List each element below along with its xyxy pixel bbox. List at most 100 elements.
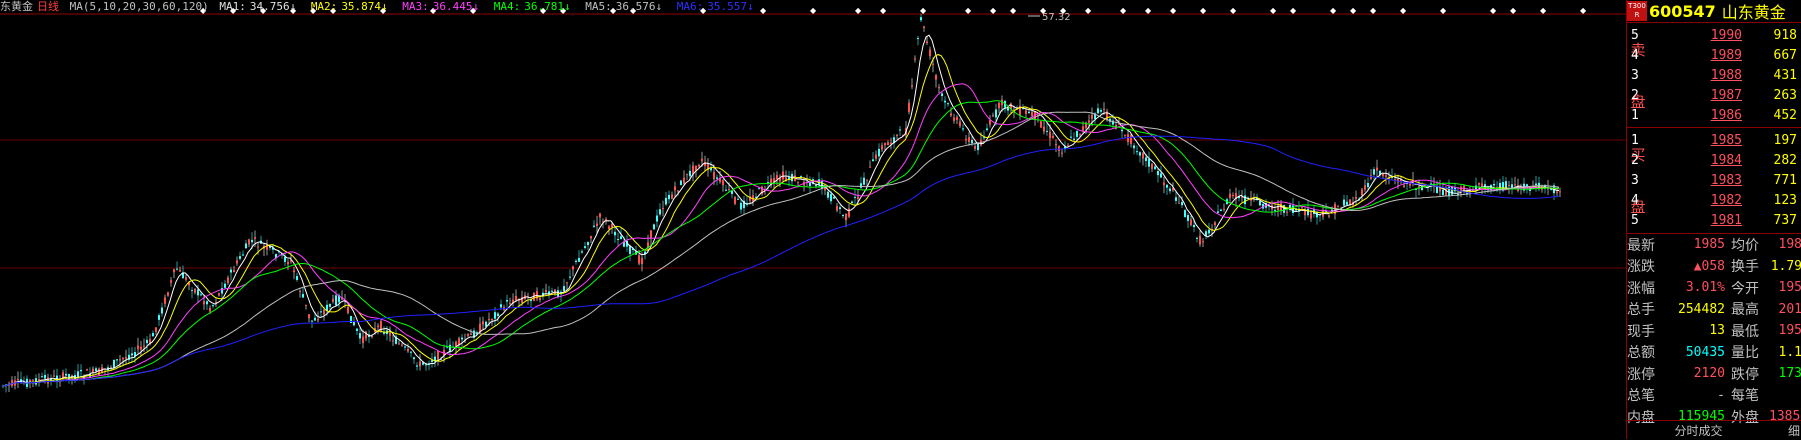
candle-body xyxy=(1076,130,1078,137)
candle-body xyxy=(854,196,856,198)
sell-row[interactable]: 4 1989 667 xyxy=(1627,45,1801,65)
candle-body xyxy=(1310,212,1312,219)
buy-price[interactable]: 1985 xyxy=(1667,133,1742,148)
buy-book: 买 盘 1 1985 197 2 1984 282 3 1983 771 4 1982 123 5 198… xyxy=(1627,128,1801,234)
stat-value: ▲058 xyxy=(1693,258,1725,274)
buy-row[interactable]: 1 1985 197 xyxy=(1627,130,1801,150)
legend-ma6: MA6: 35.557↓ xyxy=(676,0,754,13)
candle-body xyxy=(920,17,922,21)
candle-body xyxy=(866,179,868,181)
kline-canvas[interactable]: ◆ ◆ ◆ ◆ ◆ ◆ ◆ ◆ ◆ ◆ ◆ ◆ ◆ ◆ ◆ ◆ ◆ ◆ ◆ ◆ ◆ ◆ ◆ ◆ ◆ ◆ ◆ ◆ ◆ ◆ ◆ ◆ ◆ ◆ ◆ ◆ ◆ ◆ ◆ ◆… xyxy=(0,0,1626,439)
candle-body xyxy=(581,251,583,253)
candle-body xyxy=(488,318,490,320)
candle-body xyxy=(878,148,880,157)
candle-body xyxy=(332,298,334,302)
candle-body xyxy=(1025,110,1027,114)
candle-body xyxy=(737,198,739,200)
candle-body xyxy=(1442,189,1444,196)
candle-body xyxy=(1430,183,1432,185)
candle-body xyxy=(347,306,349,313)
candle-body xyxy=(32,379,34,381)
candle-body xyxy=(356,328,358,331)
candle-body xyxy=(413,357,415,360)
sell-row[interactable]: 5 1990 918 xyxy=(1627,25,1801,45)
sell-price[interactable]: 1986 xyxy=(1667,108,1742,123)
candle-body xyxy=(959,121,961,127)
candle-body xyxy=(416,365,418,367)
candle-body xyxy=(944,100,946,103)
buy-price[interactable]: 1983 xyxy=(1667,173,1742,188)
candle-body xyxy=(1259,200,1261,206)
sell-row[interactable]: 2 1987 263 xyxy=(1627,85,1801,105)
sell-price[interactable]: 1987 xyxy=(1667,88,1742,103)
candle-body xyxy=(1178,202,1180,204)
candle-body xyxy=(257,246,259,248)
sell-row[interactable]: 1 1986 452 xyxy=(1627,105,1801,125)
candle-body xyxy=(1163,182,1165,186)
candle-body xyxy=(872,159,874,162)
tab-time-sales[interactable]: 分时成交 xyxy=(1627,422,1770,439)
candle-body xyxy=(608,226,610,230)
kline-chart[interactable]: ◆ ◆ ◆ ◆ ◆ ◆ ◆ ◆ ◆ ◆ ◆ ◆ ◆ ◆ ◆ ◆ ◆ ◆ ◆ ◆ ◆ ◆ ◆ ◆ ◆ ◆ ◆ ◆ ◆ ◆ ◆ ◆ ◆ ◆ ◆ ◆ ◆ ◆ ◆ ◆… xyxy=(0,0,1626,439)
candle-body xyxy=(860,183,862,188)
buy-volume: 197 xyxy=(1773,132,1797,148)
candle-body xyxy=(1244,195,1246,205)
stat-row: 总额 50435 量比 1.1 xyxy=(1627,342,1801,364)
candle-body xyxy=(875,154,877,159)
stock-name[interactable]: 山东黄金 xyxy=(1722,0,1786,23)
candle-body xyxy=(1031,111,1033,116)
stock-code[interactable]: 600547 xyxy=(1649,2,1716,21)
candle-body xyxy=(575,260,577,263)
candle-body xyxy=(1364,185,1366,190)
candle-body xyxy=(1070,136,1072,138)
candle-body xyxy=(1184,210,1186,217)
buy-level: 5 xyxy=(1631,212,1639,228)
candle-body xyxy=(722,180,724,186)
buy-level: 4 xyxy=(1631,192,1639,208)
stat-key: 涨停 xyxy=(1627,366,1655,383)
candle-body xyxy=(140,346,142,350)
candle-body xyxy=(857,196,859,199)
candle-body xyxy=(1028,111,1030,114)
stat-value-2: 201 xyxy=(1778,301,1801,317)
stat-value: - xyxy=(1717,387,1725,403)
tab-detail[interactable]: 细 xyxy=(1770,422,1801,439)
sell-book: 卖 盘 5 1990 918 4 1989 667 3 1988 431 2 1987 263 1 198… xyxy=(1627,23,1801,128)
candle-body xyxy=(614,231,616,236)
candle-body xyxy=(638,255,640,264)
candle-body xyxy=(623,242,625,247)
candle-body xyxy=(293,270,295,273)
buy-volume: 771 xyxy=(1773,172,1797,188)
buy-price[interactable]: 1984 xyxy=(1667,153,1742,168)
buy-volume: 282 xyxy=(1773,152,1797,168)
candle-body xyxy=(938,87,940,89)
candle-body xyxy=(1460,186,1462,191)
candle-body xyxy=(1061,152,1063,154)
stat-row: 涨跌 ▲058 换手 1.79 xyxy=(1627,256,1801,278)
sell-price[interactable]: 1988 xyxy=(1667,68,1742,83)
sell-price[interactable]: 1990 xyxy=(1667,28,1742,43)
candle-body xyxy=(797,181,799,183)
event-marker-icon: ◆ xyxy=(1400,6,1407,15)
candle-body xyxy=(677,190,679,192)
buy-row[interactable]: 4 1982 123 xyxy=(1627,190,1801,210)
buy-row[interactable]: 5 1981 737 xyxy=(1627,210,1801,230)
buy-row[interactable]: 2 1984 282 xyxy=(1627,150,1801,170)
candle-body xyxy=(827,191,829,198)
stat-row: 涨停 2120 跌停 173 xyxy=(1627,363,1801,385)
candle-body xyxy=(842,214,844,216)
candle-body xyxy=(932,63,934,65)
sell-row[interactable]: 3 1988 431 xyxy=(1627,65,1801,85)
candle-body xyxy=(1382,173,1384,177)
candle-body xyxy=(680,180,682,185)
candle-body xyxy=(689,170,691,177)
candle-body xyxy=(686,173,688,175)
candle-body xyxy=(917,38,919,40)
buy-price[interactable]: 1981 xyxy=(1667,213,1742,228)
buy-row[interactable]: 3 1983 771 xyxy=(1627,170,1801,190)
sell-price[interactable]: 1989 xyxy=(1667,48,1742,63)
candle-body xyxy=(407,349,409,352)
candle-body xyxy=(482,321,484,325)
buy-price[interactable]: 1982 xyxy=(1667,193,1742,208)
buy-volume: 123 xyxy=(1773,192,1797,208)
